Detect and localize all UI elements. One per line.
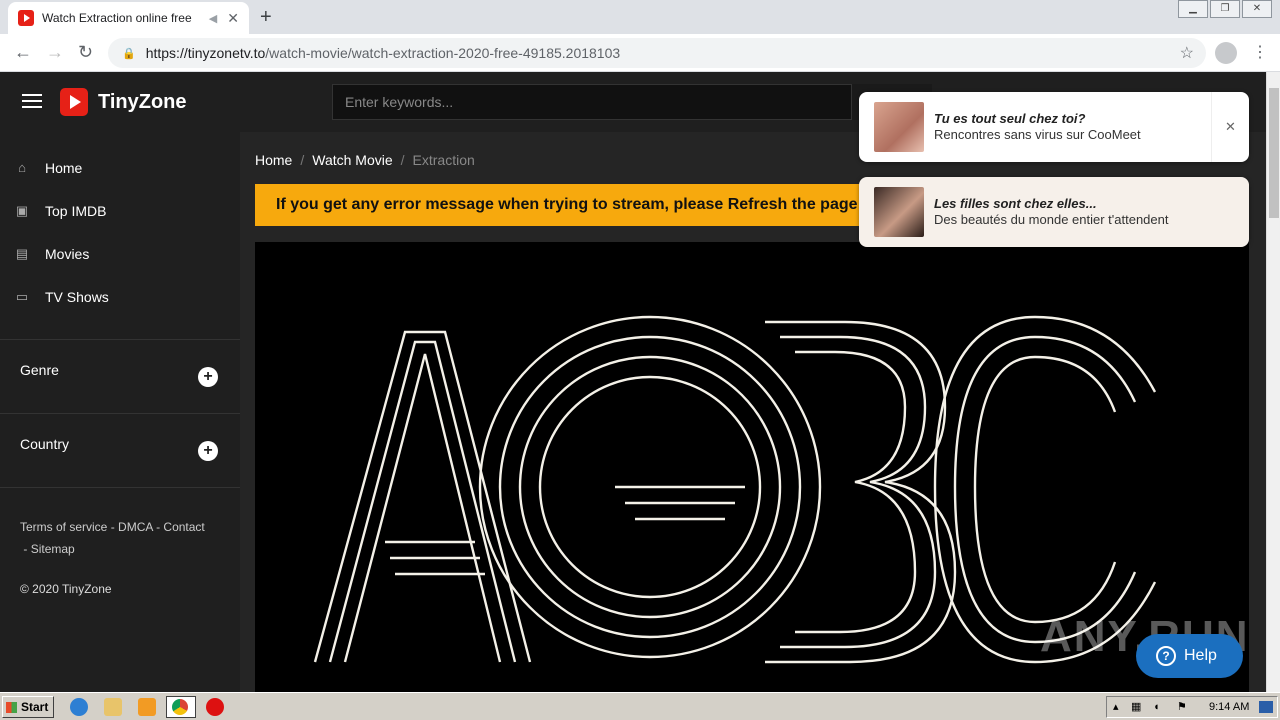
- notification-body: Rencontres sans virus sur CooMeet: [934, 127, 1141, 142]
- terms-link[interactable]: Terms of service: [20, 520, 107, 534]
- help-icon: ?: [1156, 646, 1176, 666]
- tab-close-button[interactable]: ✕: [227, 10, 239, 27]
- browser-tab-strip: Watch Extraction online free ◀ ✕ + ▁ ❐ ✕: [0, 0, 1280, 34]
- sitemap-link[interactable]: Sitemap: [31, 542, 75, 556]
- divider: [0, 339, 240, 340]
- film-icon: ▤: [15, 245, 29, 261]
- reload-button[interactable]: ↻: [78, 42, 93, 63]
- notification-thumbnail: [874, 187, 924, 237]
- notification-body: Des beautés du monde entier t'attendent: [934, 212, 1169, 227]
- chrome-icon: [172, 699, 188, 715]
- tray-expand-icon[interactable]: ▴: [1113, 697, 1119, 717]
- tv-icon: ▭: [15, 288, 29, 304]
- start-button[interactable]: Start: [2, 696, 54, 718]
- sidebar-item-label: Home: [45, 159, 83, 176]
- notification-text: Tu es tout seul chez toi? Rencontres san…: [934, 111, 1211, 143]
- scrollbar-thumb[interactable]: [1269, 88, 1279, 218]
- divider: [0, 487, 240, 488]
- home-icon: ⌂: [18, 159, 26, 175]
- url-host: https://tinyzonetv.to: [145, 45, 266, 61]
- breadcrumb-separator: /: [400, 152, 405, 168]
- network-icon[interactable]: ▦: [1131, 697, 1141, 717]
- breadcrumb: Home / Watch Movie / Extraction: [255, 152, 475, 168]
- country-label[interactable]: Country: [20, 436, 69, 452]
- sidebar-item-home[interactable]: ⌂ Home: [0, 146, 240, 189]
- new-tab-button[interactable]: +: [260, 6, 272, 29]
- hamburger-menu-icon[interactable]: [22, 94, 42, 108]
- minimize-button[interactable]: ▁: [1178, 0, 1208, 18]
- country-expand-button[interactable]: +: [198, 441, 218, 461]
- flag-icon[interactable]: ⚑: [1177, 697, 1187, 717]
- folder-icon[interactable]: [104, 698, 122, 716]
- sidebar: ⌂ Home ▣ Top IMDB ▤ Movies ▭ TV Shows Ge…: [0, 132, 240, 692]
- site-name[interactable]: TinyZone: [98, 91, 187, 114]
- tab-title: Watch Extraction online free: [42, 11, 192, 25]
- breadcrumb-current: Extraction: [412, 152, 475, 168]
- image-icon: ▣: [15, 202, 29, 218]
- sidebar-item-movies[interactable]: ▤ Movies: [0, 232, 240, 275]
- browser-toolbar: ← → ↻ 🔒 https://tinyzonetv.to /watch-mov…: [0, 34, 1280, 72]
- lock-icon[interactable]: 🔒: [122, 47, 136, 60]
- restore-button[interactable]: ❐: [1210, 0, 1240, 18]
- notification-close-button[interactable]: ✕: [1211, 92, 1249, 162]
- close-window-button[interactable]: ✕: [1242, 0, 1272, 18]
- sidebar-item-label: Top IMDB: [45, 202, 107, 219]
- breadcrumb-separator: /: [300, 152, 305, 168]
- bookmark-star-icon[interactable]: ☆: [1180, 43, 1194, 63]
- internet-explorer-icon[interactable]: [70, 698, 88, 716]
- sidebar-item-tv-shows[interactable]: ▭ TV Shows: [0, 275, 240, 318]
- dmca-link[interactable]: DMCA: [118, 520, 153, 534]
- breadcrumb-home[interactable]: Home: [255, 152, 292, 168]
- web-page: TinyZone Enter keywords... ⌂ Home ▣ Top …: [0, 72, 1266, 692]
- search-input[interactable]: Enter keywords...: [332, 84, 852, 120]
- separator: -: [110, 520, 115, 534]
- system-tray: ▴ ▦ ◖ ⚑ 9:14 AM: [1106, 696, 1278, 718]
- notification-title: Tu es tout seul chez toi?: [934, 111, 1086, 126]
- volume-icon[interactable]: ◖: [1153, 697, 1160, 717]
- separator: -: [23, 542, 28, 556]
- page-scrollbar[interactable]: [1266, 72, 1280, 692]
- security-app-icon[interactable]: [206, 698, 224, 716]
- address-bar[interactable]: 🔒 https://tinyzonetv.to /watch-movie/wat…: [108, 38, 1206, 68]
- sidebar-item-label: Movies: [45, 245, 90, 262]
- windows-taskbar: Start ▴ ▦ ◖ ⚑ 9:14 AM: [0, 692, 1280, 720]
- contact-link[interactable]: Contact: [163, 520, 204, 534]
- breadcrumb-watch-movie[interactable]: Watch Movie: [312, 152, 392, 168]
- help-label: Help: [1184, 647, 1217, 664]
- back-button[interactable]: ←: [14, 42, 32, 63]
- media-player-icon[interactable]: [138, 698, 156, 716]
- youtube-favicon-icon: [18, 10, 34, 26]
- notification-text: Les filles sont chez elles... Des beauté…: [934, 196, 1249, 228]
- speaker-mute-icon[interactable]: ◀: [209, 12, 217, 25]
- sidebar-item-label: TV Shows: [45, 288, 109, 305]
- window-controls: ▁ ❐ ✕: [1176, 0, 1272, 18]
- notification-popup[interactable]: Les filles sont chez elles... Des beauté…: [859, 177, 1249, 247]
- browser-tab[interactable]: Watch Extraction online free ◀ ✕: [8, 2, 249, 34]
- notification-thumbnail: [874, 102, 924, 152]
- show-desktop-icon[interactable]: [1259, 701, 1273, 713]
- forward-button[interactable]: →: [46, 42, 64, 63]
- divider: [0, 413, 240, 414]
- browser-menu-icon[interactable]: ⋮: [1252, 42, 1268, 62]
- footer-links: Terms of service - DMCA - Contact - Site…: [20, 516, 230, 560]
- genre-expand-button[interactable]: +: [198, 367, 218, 387]
- help-button[interactable]: ? Help: [1136, 634, 1243, 678]
- site-logo-icon[interactable]: [60, 88, 88, 116]
- genre-label[interactable]: Genre: [20, 362, 59, 378]
- copyright: © 2020 TinyZone: [20, 582, 112, 596]
- profile-avatar[interactable]: [1215, 42, 1237, 64]
- sidebar-item-top-imdb[interactable]: ▣ Top IMDB: [0, 189, 240, 232]
- notification-title: Les filles sont chez elles...: [934, 196, 1097, 211]
- separator: -: [156, 520, 161, 534]
- notification-popup[interactable]: Tu es tout seul chez toi? Rencontres san…: [859, 92, 1249, 162]
- clock: 9:14 AM: [1209, 701, 1250, 713]
- url-path: /watch-movie/watch-extraction-2020-free-…: [265, 45, 621, 61]
